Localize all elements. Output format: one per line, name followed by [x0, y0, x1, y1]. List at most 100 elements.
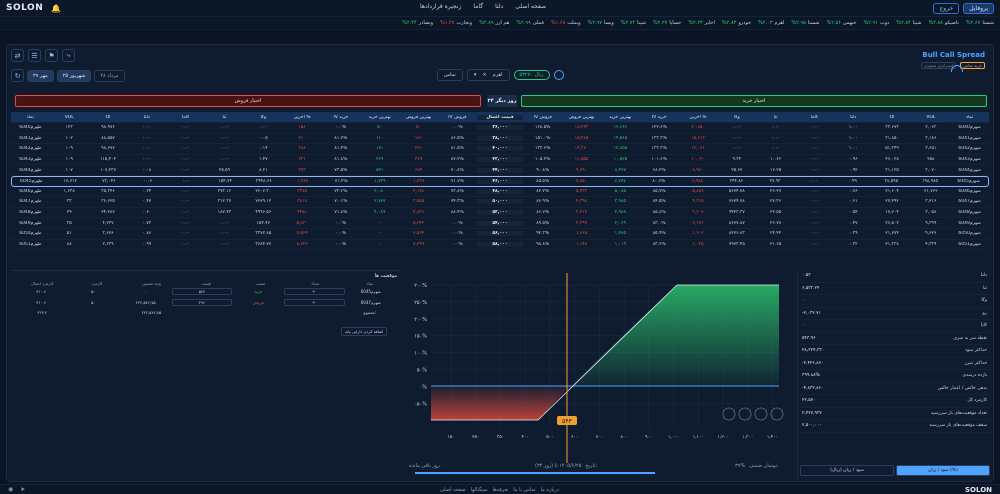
cell-pgamma[interactable]: ۰.۰۰	[166, 136, 205, 141]
cell-cname[interactable]: ضهرم6050	[950, 231, 989, 236]
table-row[interactable]: طهرم6047 ۳۳ ۳۶,۶۲۵ ۰.۴۷ ۰.۰۰ ۳۱۲.۳۷ ۷۶۷۹.۱۲ ۳۸۱…	[11, 197, 989, 208]
cell-cba[interactable]: ۴,۳۹۸	[562, 199, 601, 204]
ticker-item[interactable]: خودرو۲.۸۳%	[722, 20, 751, 26]
th-put[interactable]: IV فروش	[438, 115, 477, 120]
th-put[interactable]: وگا	[244, 115, 283, 120]
cell-plast[interactable]: ۲۳۱	[283, 157, 322, 162]
table-row[interactable]: طهرم6044 ۱۰۷ ۱۰۷,۲۳۷ ۰.۰۸ ۰.۰۰ ۲۵.۵۹ ۸.۲۱ ۳۷۳ ۷۳…	[11, 165, 989, 176]
cell-pdelta[interactable]: ۰.۲۴	[127, 189, 166, 194]
cell-ptheta[interactable]: ۳۷۳.۱۶	[205, 189, 244, 194]
cell-pivb[interactable]: ۸۱.۷%	[322, 136, 361, 141]
cell-civb[interactable]: ۶۸.۲%	[640, 168, 679, 173]
cell-pname[interactable]: طهرم6041	[11, 136, 50, 141]
cell-pbb[interactable]: ۵۲۱	[360, 168, 399, 173]
cell-pvega[interactable]: ۴۹۹۶.۵۶	[244, 210, 283, 215]
cell-cvega[interactable]: ۰.۰۰	[717, 136, 756, 141]
cell-poi[interactable]: ۱۰۷,۲۳۷	[89, 168, 128, 173]
cell-pvol[interactable]: ۲۹	[50, 210, 89, 215]
cell-pivs[interactable]: ۷۴.۳%	[438, 199, 477, 204]
gamma-link[interactable]: گاما	[473, 3, 483, 10]
cell-pivs[interactable]: ۰.۰%	[438, 221, 477, 226]
cell-clast[interactable]: ۱,۰۲۵	[679, 242, 718, 247]
cell-pvol[interactable]: ۵۱	[50, 231, 89, 236]
date-tab-1[interactable]: ۲۵ شهریور	[56, 69, 92, 82]
cell-pbb[interactable]: -	[360, 231, 399, 236]
footer-link[interactable]: سیگنالها	[471, 487, 488, 493]
cell-cvega[interactable]: ۰.۰۰	[717, 146, 756, 151]
cell-ptheta[interactable]: ۰.۰۰	[205, 146, 244, 151]
cell-civb[interactable]: ۸۰.۶%	[639, 179, 678, 184]
cell-cvol[interactable]: ۳,۶۵۱	[911, 146, 950, 151]
cell-ctheta[interactable]: ۲۴.۴۴	[756, 231, 795, 236]
cell-pivb[interactable]: ۰.۰%	[322, 125, 361, 130]
cell-cgamma[interactable]: ۰.۰۰	[795, 231, 834, 236]
ticker-item[interactable]: خساپا۲.۲۷%	[653, 20, 681, 26]
cell-poi[interactable]: ۳۵,۳۴۶	[89, 189, 128, 194]
cell-pname[interactable]: طهرم6045	[12, 179, 51, 184]
cell-civa[interactable]: ۱۰۵.۲%	[523, 157, 562, 162]
cell-pivs[interactable]: ۷۱.۷%	[438, 179, 477, 184]
cell-ptheta[interactable]: ۰.۰۰	[205, 157, 244, 162]
cell-pdelta[interactable]: ۰.۷۳	[127, 221, 166, 226]
cell-pgamma[interactable]: ۰.۰۰	[166, 189, 205, 194]
cell-ctheta[interactable]: ۰.۰۰	[756, 146, 795, 151]
cell-pdelta[interactable]: ۰.۸۶	[127, 231, 166, 236]
cell-cbb[interactable]: ۱۲,۸۵۵	[601, 146, 640, 151]
cell-pvega[interactable]: ۳۴۴۸.۶۶	[244, 179, 283, 184]
cell-cgamma[interactable]: ۰.۰۰	[795, 136, 834, 141]
cell-pbb[interactable]: ۲,۰۸۰	[360, 189, 399, 194]
cell-pba[interactable]: ۲۲۱	[399, 146, 438, 151]
bell-icon[interactable]: 🔔	[51, 4, 61, 13]
cell-ptheta[interactable]: ۱۵۴.۷۴	[206, 179, 245, 184]
cell-cdelta[interactable]: ۰.۹۲	[834, 168, 873, 173]
ticker-item[interactable]: فملی۲.۹۹%	[516, 20, 544, 26]
cell-clast[interactable]: ۱,۶۰۲	[679, 231, 718, 236]
cell-cvega[interactable]: ۷۹۷۳.۴۵	[717, 242, 756, 247]
cell-cdelta[interactable]: ۰.۶۱	[834, 199, 873, 204]
cell-civb[interactable]: ۸۵.۷%	[640, 189, 679, 194]
cell-cvega[interactable]: ۹۴۴۳.۳۷	[717, 210, 756, 215]
cell-pivb[interactable]: ۷۱.۸%	[322, 210, 361, 215]
ticker-item[interactable]: شپنا۲.۷۲%	[621, 20, 646, 26]
cell-cbb[interactable]: ۱۰,۵۲۵	[601, 157, 640, 162]
swap-icon[interactable]: ⇄	[11, 49, 24, 62]
cell-civb[interactable]: ۸۵.۸%	[640, 210, 679, 215]
table-row[interactable]: طهرم6048 ۲۹ ۲۴,۲۸۲ ۰.۶۰ ۰.۰۰ ۱۸۷.۴۳ ۴۹۹۶.۵۶ ۴۴۵…	[11, 208, 989, 219]
cell-cbb[interactable]: ۱۶,۶۶۶	[601, 125, 640, 130]
cell-coi[interactable]: ۳۳,۶۷۳	[873, 125, 912, 130]
cell-civa[interactable]: ۱۵۱.۰%	[523, 136, 562, 141]
cell-pvega[interactable]: ۲۶۰۶.۳۰	[244, 189, 283, 194]
cell-cname[interactable]: ضهرم6048	[950, 210, 989, 215]
cell-civb[interactable]: ۸۳.۶%	[640, 242, 679, 247]
cell-pvega[interactable]: ۳۶۸۴.۷۷	[244, 242, 283, 247]
cell-ptheta[interactable]: ۰.۰۰	[205, 125, 244, 130]
cell-cgamma[interactable]: ۰.۰۰	[795, 189, 834, 194]
cell-pvega[interactable]: ۰.۰۵	[244, 136, 283, 141]
cell-pdelta[interactable]: ۰.۰۸	[127, 168, 166, 173]
cell-pname[interactable]: طهرم6040	[11, 125, 50, 130]
gear-icon[interactable]	[770, 407, 784, 421]
cell-civa[interactable]: ۸۵.۵%	[523, 179, 562, 184]
cell-pba[interactable]: ۵۰	[399, 125, 438, 130]
cell-pname[interactable]: طهرم6050	[11, 231, 50, 236]
cell-cdelta[interactable]: ۱.۰۰	[834, 136, 873, 141]
cell-civa[interactable]: ۹۸.۸%	[523, 242, 562, 247]
cell-cbb[interactable]: ۱۴,۵۶۵	[601, 136, 640, 141]
cell-coi[interactable]: ۲۱,۳۳۸	[873, 242, 912, 247]
cell-cvol[interactable]: ۳,۲۱۶	[911, 199, 950, 204]
cell-ptheta[interactable]: ۲۵.۵۹	[205, 168, 244, 173]
th-put[interactable]: نماد	[11, 115, 50, 120]
cell-pbb[interactable]: ۱۱۰	[360, 136, 399, 141]
cell-civb[interactable]: ۸۳.۰%	[640, 221, 679, 226]
cell-cvega[interactable]: ۹.۳۴	[717, 157, 756, 162]
cell-pdelta[interactable]: ۰.۶۰	[127, 210, 166, 215]
ticker-item[interactable]: شستا۲.۶۷%	[966, 20, 994, 26]
cell-clast[interactable]: ۱۲,۰۷۶	[679, 146, 718, 151]
ticker-item[interactable]: وتجارت۱.۴۷%	[440, 20, 472, 26]
cell-coi[interactable]: ۲۶,۵۰۲	[873, 221, 912, 226]
cell-pivb[interactable]: ۰.۰%	[322, 231, 361, 236]
cell-pbb[interactable]: -	[360, 221, 399, 226]
cell-cname[interactable]: ضهرم6042	[950, 146, 989, 151]
settings-icon[interactable]	[553, 70, 564, 80]
cell-pivb[interactable]: ۷۰.۱%	[322, 199, 361, 204]
